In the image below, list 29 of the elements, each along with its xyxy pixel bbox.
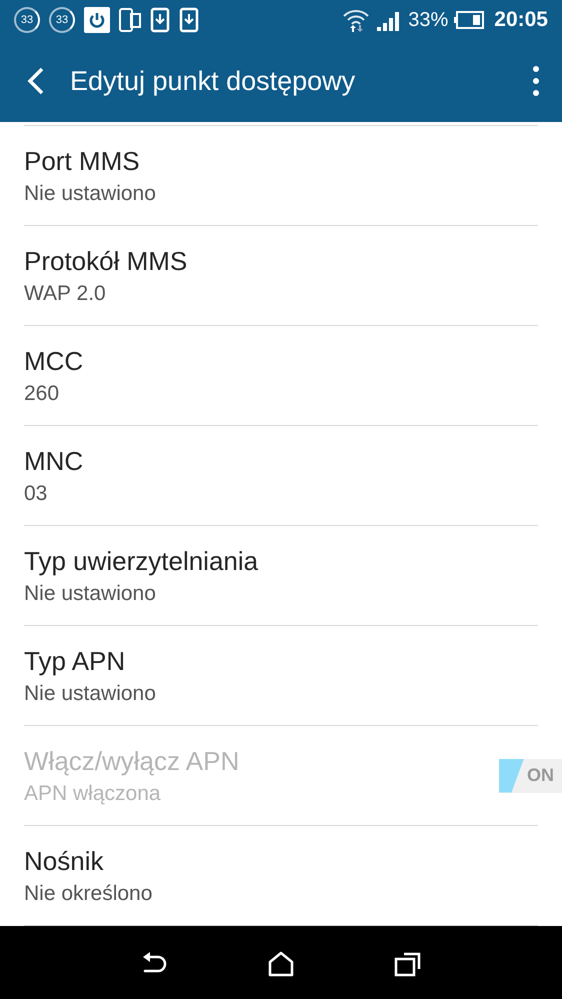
recent-apps-icon[interactable] [394, 950, 422, 976]
app-bar-title: Edytuj punkt dostępowy [70, 64, 356, 98]
setting-title: MCC [24, 344, 84, 378]
power-icon [84, 7, 110, 33]
wifi-icon [342, 7, 370, 33]
notification-badge: 33 [14, 7, 40, 33]
setting-summary: 260 [24, 380, 60, 406]
setting-summary: WAP 2.0 [24, 280, 107, 306]
download-icon [150, 7, 170, 33]
setting-summary: Nie ustawiono [24, 680, 157, 706]
notification-badge: 33 [49, 7, 75, 33]
setting-title: Port MMS [24, 144, 141, 178]
setting-summary: 03 [24, 480, 48, 506]
setting-summary: Nie ustawiono [24, 180, 157, 206]
setting-title: Typ APN [24, 644, 126, 678]
download-icon [179, 7, 199, 33]
setting-summary: Nie ustawiono [24, 580, 157, 606]
setting-title: Typ uwierzytelniania [24, 544, 260, 578]
home-icon[interactable] [268, 950, 294, 976]
setting-summary: APN włączona [24, 780, 162, 806]
battery-percent: 33% [408, 8, 448, 33]
setting-title: Włącz/wyłącz APN [24, 744, 240, 778]
battery-icon [454, 11, 484, 29]
setting-summary: Nie określono [24, 880, 154, 906]
clock: 20:05 [494, 7, 548, 34]
setting-title: MNC [24, 444, 84, 478]
setting-title: Protokół MMS [24, 244, 188, 278]
phones-icon [119, 7, 141, 33]
setting-title: Nośnik [24, 844, 104, 878]
